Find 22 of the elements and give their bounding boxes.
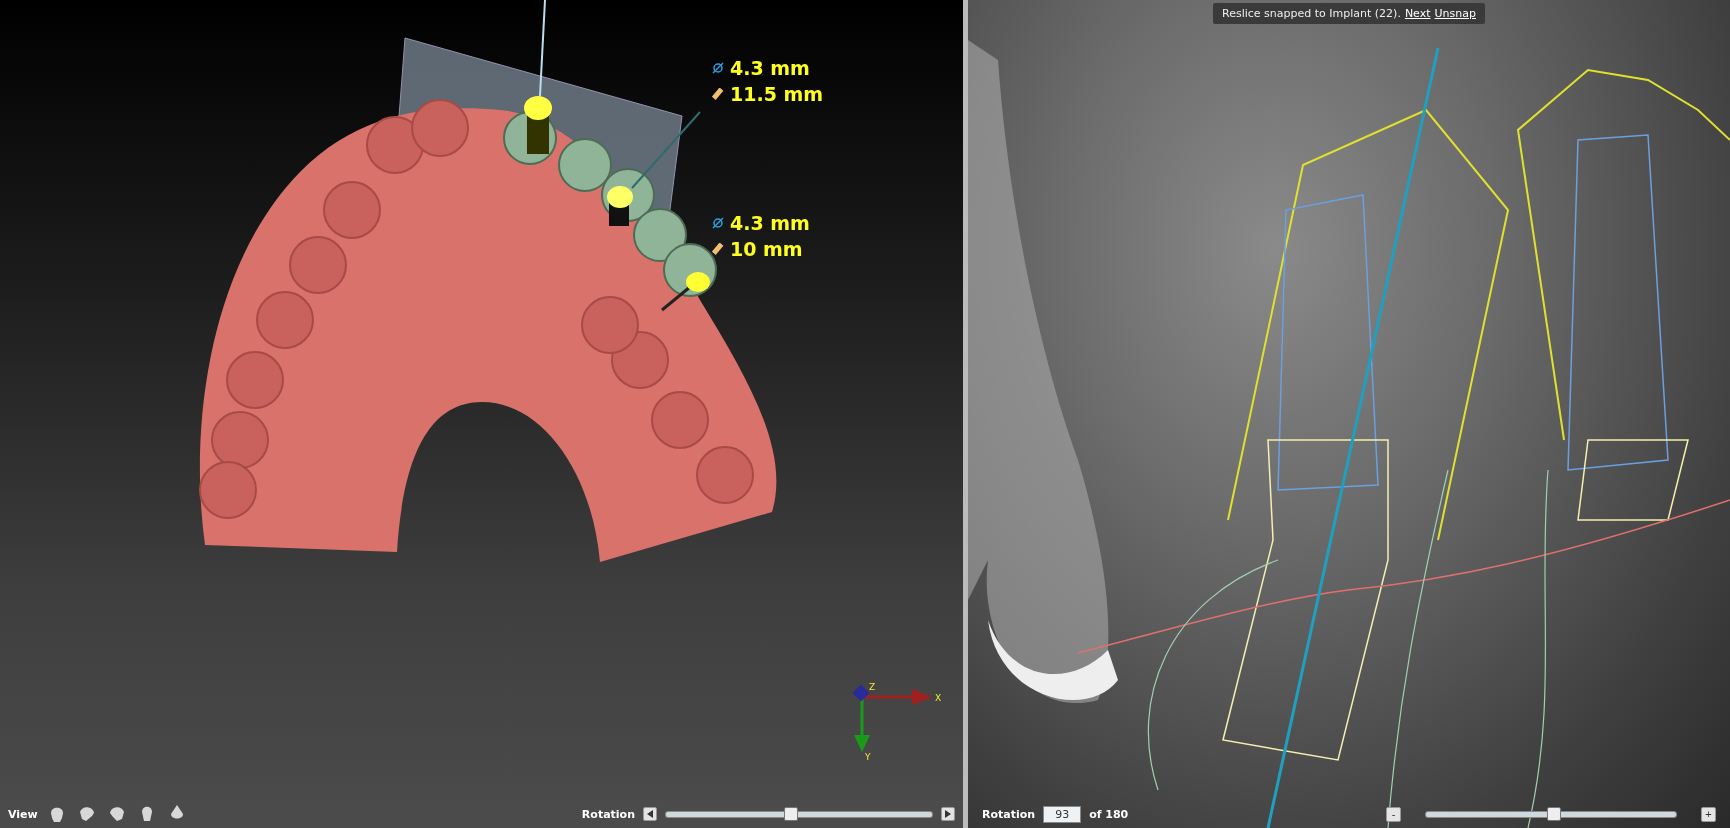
length-icon	[712, 243, 724, 255]
rotation-slider[interactable]	[1425, 810, 1677, 818]
rotation-total: of 180	[1089, 807, 1129, 821]
rotation-label: Rotation	[982, 807, 1036, 821]
length-icon	[712, 88, 724, 100]
diameter-value: 4.3 mm	[730, 211, 810, 235]
diameter-value: 4.3 mm	[730, 56, 810, 80]
diameter-icon	[712, 217, 724, 229]
scroll-right-icon[interactable]	[941, 807, 955, 821]
diameter-icon	[712, 62, 724, 74]
view-label: View	[8, 807, 38, 821]
axis-gizmo-drawing: Z X Y	[852, 682, 942, 762]
rotation-label: Rotation	[581, 807, 635, 821]
scroll-left-icon[interactable]	[643, 807, 657, 821]
notification-link[interactable]: Unsnap	[1434, 7, 1476, 20]
slider-thumb[interactable]	[784, 806, 798, 821]
notification-text: Reslice snapped to Implant (22).	[1222, 7, 1401, 20]
length-value: 10 mm	[730, 237, 803, 261]
notification-link[interactable]: Next	[1404, 7, 1431, 20]
rotation-slider[interactable]	[665, 810, 933, 818]
3d-viewport[interactable]: Z X Y 4.3 mm 11.5 mm 4.3 mm 10 mm	[0, 0, 963, 800]
length-value: 11.5 mm	[730, 82, 824, 106]
